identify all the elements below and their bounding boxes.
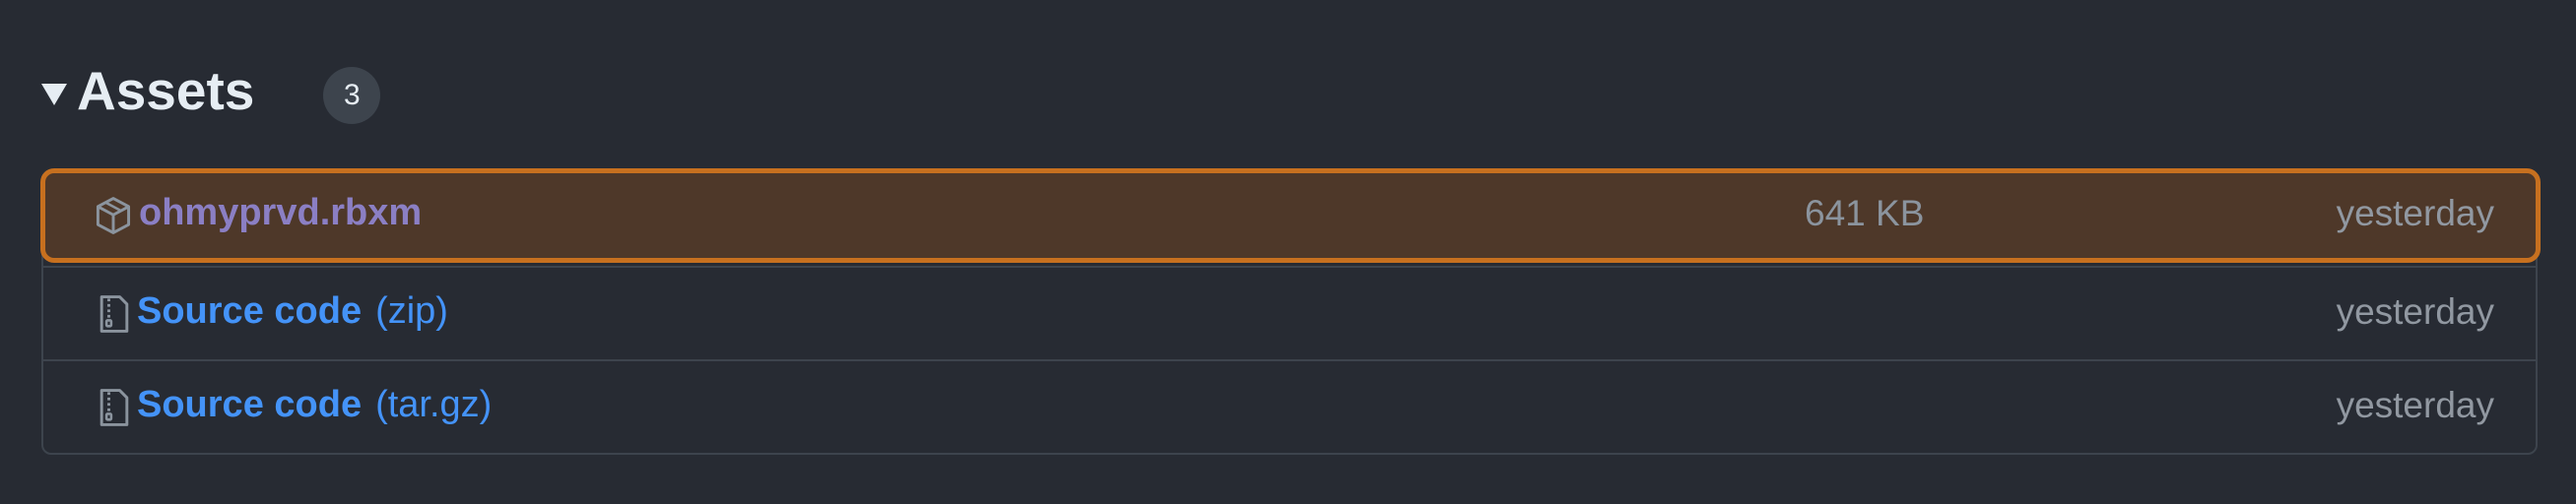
archive-format-label: (tar.gz) <box>375 384 493 425</box>
asset-date: yesterday <box>2336 291 2494 332</box>
file-zip-icon <box>99 295 129 333</box>
asset-link-rbxm[interactable]: ohmyprvd.rbxm <box>139 192 422 234</box>
asset-list: ohmyprvd.rbxm 641 KB yesterday Source co… <box>40 168 2541 455</box>
source-code-targz-link[interactable]: Source code (tar.gz) <box>137 384 492 426</box>
file-zip-icon <box>99 389 129 426</box>
assets-header[interactable]: Assets 3 <box>41 51 381 130</box>
asset-date: yesterday <box>2336 193 2494 233</box>
source-code-label: Source code <box>137 290 363 332</box>
package-icon <box>96 197 131 234</box>
expand-triangle-icon[interactable] <box>41 84 67 105</box>
assets-count-badge: 3 <box>323 67 381 124</box>
asset-row-rbxm: ohmyprvd.rbxm 641 KB yesterday <box>40 168 2541 263</box>
asset-row-source-targz: Source code (tar.gz) yesterday <box>43 359 2536 453</box>
asset-size: 641 KB <box>1805 193 1925 233</box>
archive-format-label: (zip) <box>375 290 448 332</box>
source-code-zip-link[interactable]: Source code (zip) <box>137 290 448 333</box>
assets-title: Assets <box>77 60 255 121</box>
release-assets-panel: Assets 3 ohmyprvd.rbxm 641 KB yesterday … <box>0 0 2576 504</box>
source-code-label: Source code <box>137 384 363 425</box>
asset-row-source-zip: Source code (zip) yesterday <box>43 266 2536 359</box>
asset-date: yesterday <box>2336 385 2494 425</box>
